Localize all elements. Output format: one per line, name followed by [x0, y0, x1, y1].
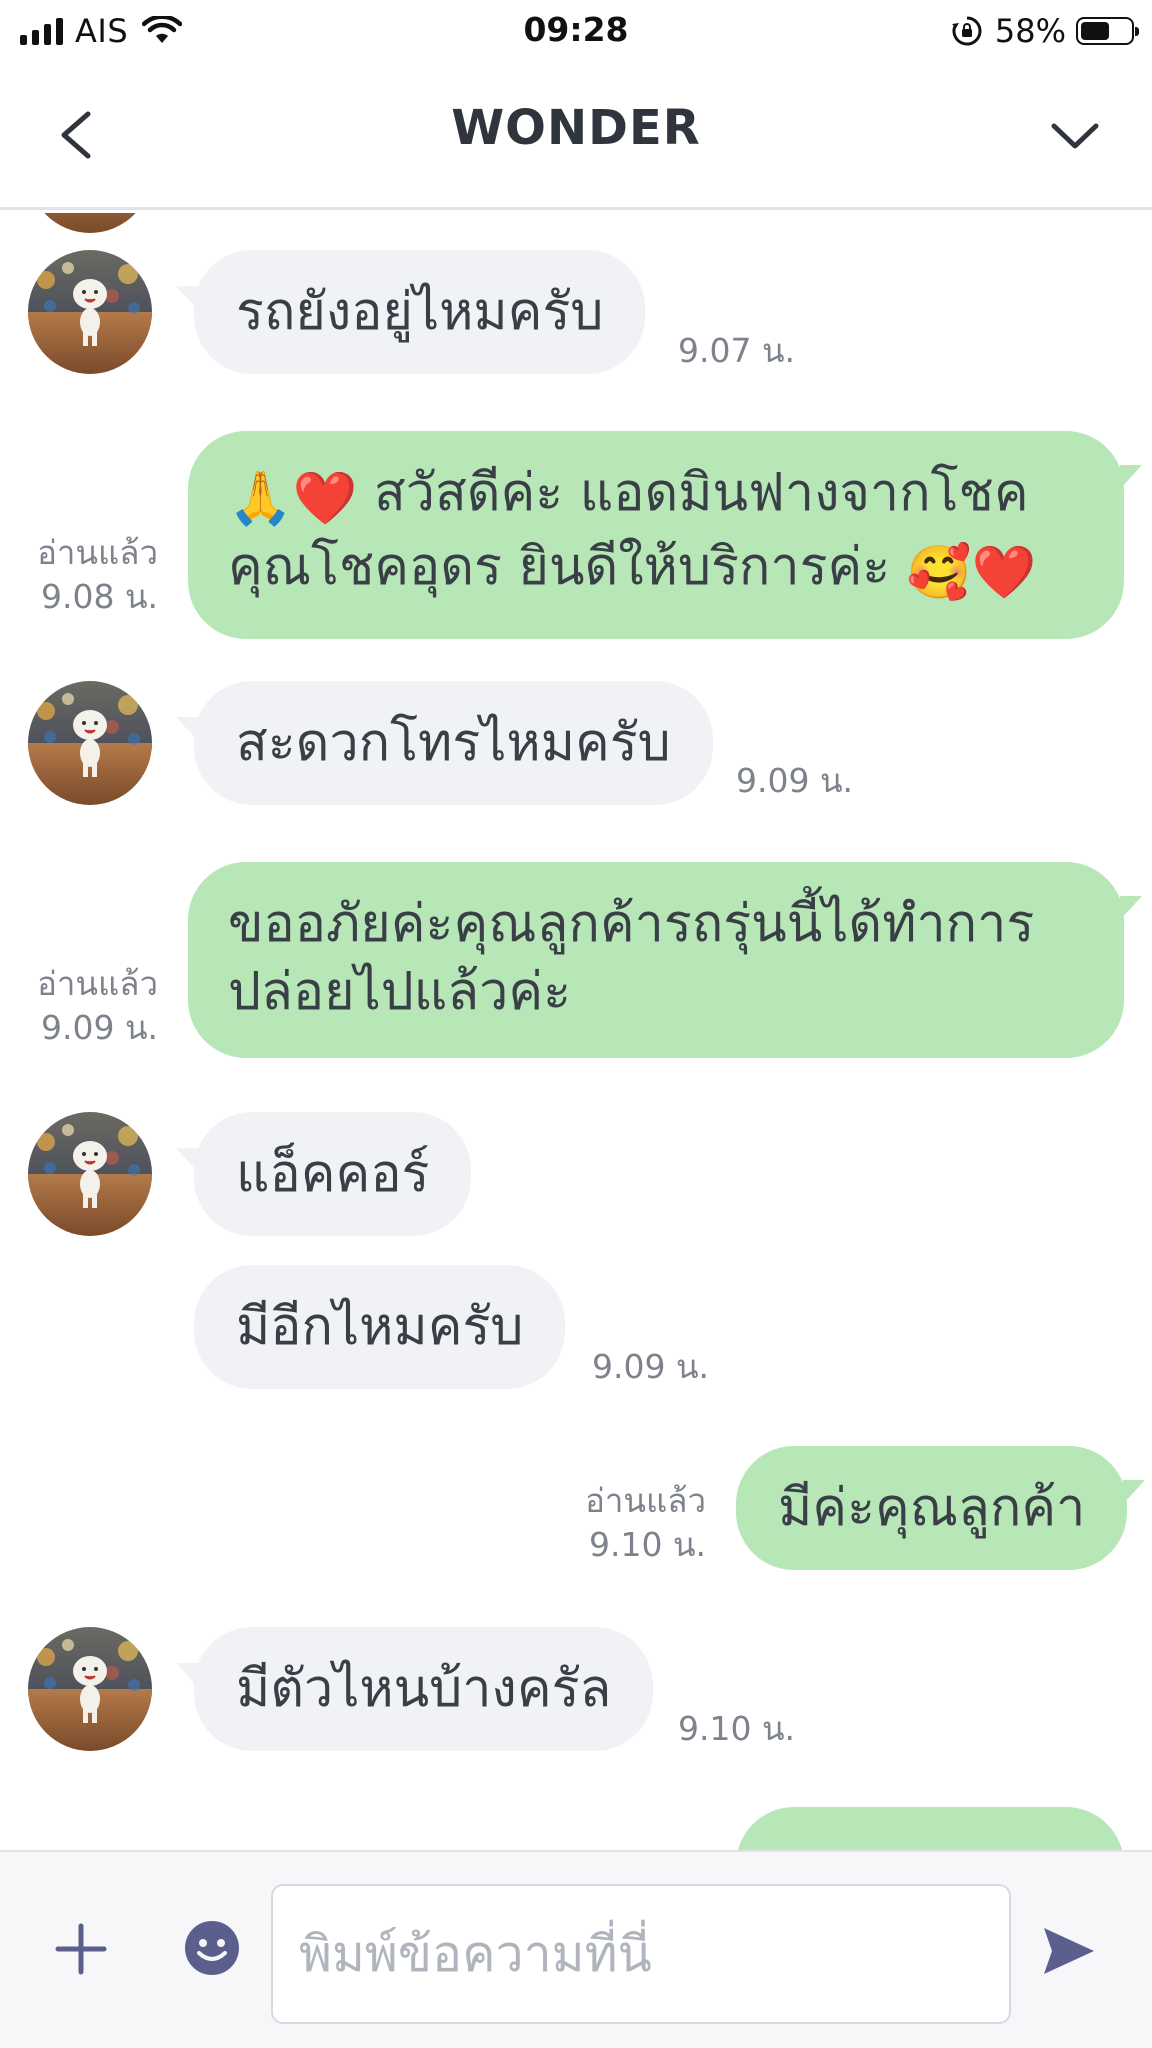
add-attachment-button[interactable] — [54, 1922, 108, 1976]
avatar-photo — [28, 213, 152, 233]
red-heart-emoji: ❤️ — [971, 543, 1037, 603]
battery-level — [1081, 22, 1109, 40]
message-bubble-outgoing[interactable] — [736, 1807, 1124, 1850]
contact-avatar[interactable] — [28, 1112, 152, 1236]
read-receipt: อ่านแล้ว — [37, 964, 158, 1003]
message-meta: อ่านแล้ว 9.08 น. — [37, 531, 158, 619]
status-bar: AIS 09:28 58% — [0, 0, 1152, 58]
message-text: สวัสดีค่ะ แอดมินฟางจากโชค — [374, 463, 1029, 523]
message-text: คุณโชคอุดร ยินดีให้บริการค่ะ — [228, 537, 891, 597]
message-input[interactable] — [271, 1884, 1011, 2024]
chat-menu-button[interactable] — [1040, 106, 1110, 166]
message-bubble-incoming[interactable]: สะดวกโทรไหมครับ — [176, 681, 713, 805]
chevron-down-icon — [1051, 123, 1099, 149]
contact-avatar[interactable] — [28, 250, 152, 374]
sticker-button[interactable] — [183, 1919, 241, 1977]
message-meta: อ่านแล้ว 9.09 น. — [37, 962, 158, 1050]
avatar-photo — [28, 1627, 152, 1751]
send-icon — [1044, 1928, 1094, 1974]
message-input-bar — [0, 1850, 1152, 2048]
message-line: ขออภัยค่ะคุณลูกค้ารถรุ่นนี้ได้ทำการ — [228, 894, 1035, 954]
read-receipt: อ่านแล้ว — [37, 533, 158, 572]
chat-title: WONDER — [451, 100, 701, 156]
message-time: 9.09 น. — [736, 761, 854, 800]
chat-messages[interactable]: รถยังอยู่ไหมครับ 9.07 น. อ่านแล้ว 9.08 น… — [0, 213, 1152, 1850]
message-time: 9.09 น. — [592, 1347, 710, 1386]
message-line: ปล่อยไปแล้วค่ะ — [228, 962, 572, 1022]
message-line: 🙏❤️ สวัสดีค่ะ แอดมินฟางจากโชค — [228, 459, 1084, 533]
contact-avatar[interactable] — [28, 681, 152, 805]
message-time: 9.10 น. — [588, 1525, 706, 1564]
message-bubble-incoming[interactable]: แอ็คคอร์ — [175, 1112, 472, 1236]
avatar-photo — [28, 681, 152, 805]
message-time: 9.10 น. — [678, 1709, 796, 1748]
avatar-photo — [28, 1112, 152, 1236]
plus-icon — [55, 1923, 107, 1975]
message-bubble-outgoing[interactable]: มีค่ะคุณลูกค้า — [736, 1446, 1146, 1570]
status-right: 58% — [951, 12, 1139, 50]
contact-avatar[interactable] — [28, 213, 152, 233]
message-time: 9.09 น. — [40, 1008, 158, 1047]
message-time: 9.07 น. — [678, 331, 796, 370]
read-receipt: อ่านแล้ว — [585, 1481, 706, 1520]
chat-header: WONDER — [0, 58, 1152, 210]
battery-percentage: 58% — [994, 12, 1066, 50]
red-heart-emoji: ❤️ — [292, 469, 358, 529]
message-bubble-incoming[interactable]: มีตัวไหนบ้างครัล — [175, 1627, 654, 1751]
orientation-lock-icon — [951, 16, 982, 46]
message-bubble-outgoing[interactable]: ขออภัยค่ะคุณลูกค้ารถรุ่นนี้ได้ทำการ ปล่อ… — [188, 862, 1142, 1058]
message-meta: อ่านแล้ว 9.10 น. — [585, 1479, 706, 1567]
message-bubble-outgoing[interactable]: 🙏❤️ สวัสดีค่ะ แอดมินฟางจากโชค คุณโชคอุดร… — [188, 431, 1142, 639]
folded-hands-emoji: 🙏 — [228, 469, 293, 529]
avatar-photo — [28, 250, 152, 374]
message-bubble-incoming[interactable]: มีอีกไหมครับ — [194, 1265, 566, 1389]
send-button[interactable] — [1040, 1922, 1098, 1980]
contact-avatar[interactable] — [28, 1627, 152, 1751]
message-time: 9.08 น. — [40, 577, 158, 616]
message-line: คุณโชคอุดร ยินดีให้บริการค่ะ 🥰❤️ — [228, 533, 1084, 607]
message-bubble-incoming[interactable]: รถยังอยู่ไหมครับ — [175, 250, 646, 374]
battery-icon — [1076, 17, 1139, 45]
smiling-face-with-hearts-emoji: 🥰 — [906, 543, 972, 603]
smiley-icon — [185, 1921, 239, 1975]
